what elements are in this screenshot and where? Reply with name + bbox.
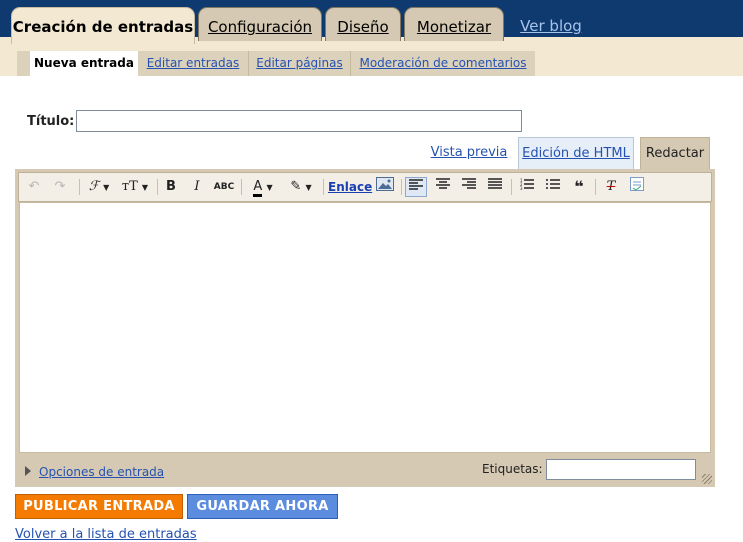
tab-edit-html[interactable]: Edición de HTML (518, 137, 634, 169)
preview-link[interactable]: Vista previa (429, 137, 509, 169)
toolbar-separator (79, 179, 80, 195)
expand-arrow-icon[interactable] (25, 466, 31, 476)
italic-icon[interactable]: I (189, 177, 205, 197)
post-options-link[interactable]: Opciones de entrada (39, 465, 164, 479)
toolbar-separator (595, 179, 596, 195)
editor-frame: ↶ ↷ ℱ ▼ ᴛT ▼ B I ABC A ▼ ✎ ▼ Enlace 12 3… (15, 169, 715, 487)
font-icon[interactable]: ℱ ▼ (83, 177, 115, 197)
toolbar-separator (511, 179, 512, 195)
font-size-icon[interactable]: ᴛT ▼ (119, 177, 151, 197)
subtab-editar-paginas[interactable]: Editar páginas (249, 51, 351, 76)
align-center-icon[interactable] (433, 177, 453, 197)
view-blog-link[interactable]: Ver blog (515, 7, 587, 41)
quote-icon[interactable]: ❝ (569, 177, 589, 197)
subtab-nueva-entrada[interactable]: Nueva entrada (30, 51, 138, 76)
svg-text:3: 3 (520, 186, 523, 190)
link-button[interactable]: Enlace (328, 177, 372, 197)
spellcheck-icon[interactable] (627, 177, 647, 197)
redo-icon[interactable]: ↷ (51, 177, 69, 197)
subtab-editar-entradas[interactable]: Editar entradas (138, 51, 249, 76)
tab-monetizar[interactable]: Monetizar (404, 7, 504, 41)
title-label: Título: (27, 114, 75, 129)
top-navigation: Creación de entradas Configuración Diseñ… (0, 0, 743, 45)
tab-creacion-de-entradas[interactable]: Creación de entradas (11, 7, 195, 45)
justify-icon[interactable] (485, 177, 505, 197)
strikethrough-icon[interactable]: ABC (213, 177, 235, 197)
toolbar-separator (157, 179, 158, 195)
text-color-icon[interactable]: A ▼ (247, 177, 279, 197)
image-icon[interactable] (375, 177, 395, 197)
toolbar-separator (241, 179, 242, 195)
back-to-posts-link[interactable]: Volver a la lista de entradas (15, 527, 197, 542)
highlight-icon[interactable]: ✎ ▼ (285, 177, 317, 197)
publish-button[interactable]: PUBLICAR ENTRADA (15, 494, 183, 519)
tab-compose[interactable]: Redactar (640, 137, 710, 169)
bullet-list-icon[interactable] (543, 177, 563, 197)
tags-label: Etiquetas: (482, 462, 543, 476)
editor-toolbar: ↶ ↷ ℱ ▼ ᴛT ▼ B I ABC A ▼ ✎ ▼ Enlace 12 3… (18, 172, 712, 202)
save-now-button[interactable]: GUARDAR AHORA (187, 494, 338, 519)
title-input[interactable] (76, 110, 522, 132)
resize-grip-icon[interactable] (702, 474, 712, 484)
align-left-icon[interactable] (405, 177, 427, 197)
toolbar-separator (401, 179, 402, 195)
remove-format-icon[interactable]: T (601, 177, 621, 197)
subtab-moderacion-comentarios[interactable]: Moderación de comentarios (351, 51, 535, 76)
tab-diseno[interactable]: Diseño (325, 7, 401, 41)
post-body-editor[interactable] (19, 202, 711, 453)
toolbar-separator (323, 179, 324, 195)
tags-input[interactable] (546, 459, 696, 480)
undo-icon[interactable]: ↶ (25, 177, 43, 197)
tab-configuracion[interactable]: Configuración (198, 7, 322, 41)
align-right-icon[interactable] (459, 177, 479, 197)
bold-icon[interactable]: B (163, 177, 179, 197)
sub-navigation: Nueva entrada Editar entradas Editar pág… (0, 44, 743, 76)
numbered-list-icon[interactable]: 123 (517, 177, 537, 197)
